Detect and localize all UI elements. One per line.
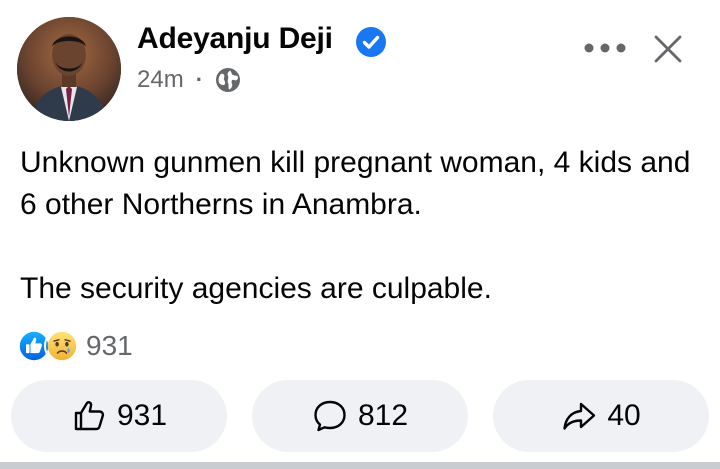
share-button[interactable]: 40 (493, 380, 709, 452)
close-button[interactable] (649, 30, 687, 68)
thumbs-up-icon (74, 401, 105, 431)
post-timestamp[interactable]: 24m (137, 66, 184, 94)
post-card: Adeyanju Deji 24m · Unknown gunmen kill … (0, 0, 720, 469)
post-meta: 24m · (137, 64, 241, 96)
like-count: 931 (116, 399, 168, 432)
more-icon (584, 43, 626, 53)
sad-reaction-icon (44, 328, 80, 364)
comment-count: 812 (357, 399, 409, 432)
verified-badge-icon (356, 27, 386, 57)
author-name[interactable]: Adeyanju Deji (137, 22, 333, 56)
comment-icon (314, 400, 346, 432)
share-count: 40 (607, 399, 641, 432)
author-avatar[interactable] (17, 17, 121, 121)
globe-icon (216, 68, 241, 92)
post-divider (0, 462, 720, 469)
avatar-image (17, 17, 121, 121)
reaction-count: 931 (86, 330, 133, 361)
reactions-summary[interactable]: 931 (16, 327, 133, 365)
post-text-paragraph-2: The security agencies are culpable. (20, 272, 492, 305)
share-icon (563, 402, 596, 430)
action-bar: 931 812 40 (11, 380, 709, 452)
close-icon (654, 35, 682, 63)
comment-button[interactable]: 812 (252, 380, 468, 452)
meta-separator: · (195, 67, 204, 92)
more-options-button[interactable] (582, 30, 628, 66)
post-text-paragraph-1: Unknown gunmen kill pregnant woman, 4 ki… (20, 146, 691, 221)
like-button[interactable]: 931 (11, 380, 227, 452)
post-text: Unknown gunmen kill pregnant woman, 4 ki… (20, 142, 700, 310)
